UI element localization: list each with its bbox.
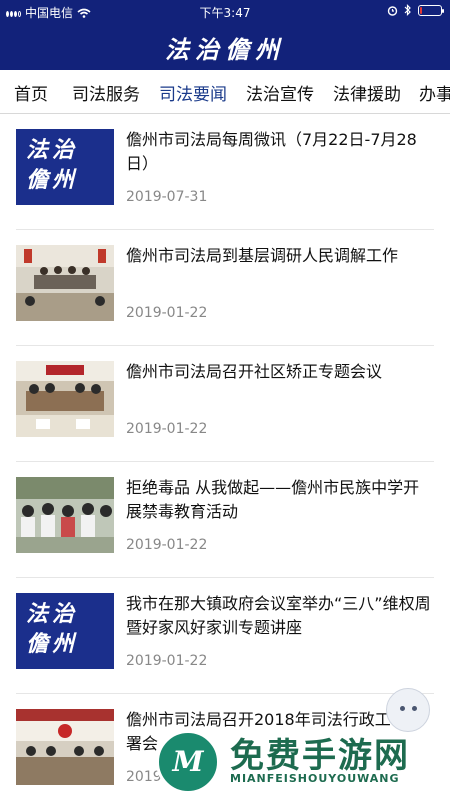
news-item[interactable]: 法治 儋州 儋州市司法局每周微讯（7月22日-7月28日） 2019-07-31: [16, 114, 434, 230]
watermark: M 免费手游网 MIANFEISHOUYOUWANG: [150, 722, 450, 800]
news-date: 2019-01-22: [126, 305, 208, 321]
news-thumbnail: [16, 477, 114, 553]
tab-judicial-news[interactable]: 司法要闻: [159, 80, 227, 105]
bluetooth-icon: [404, 4, 411, 16]
news-thumbnail: [16, 709, 114, 785]
thumbnail-logo: 法治 儋州: [26, 137, 79, 193]
battery-level: [420, 6, 422, 14]
battery-icon: [418, 4, 444, 16]
watermark-badge: M: [156, 730, 220, 794]
news-date: 2019-01-22: [126, 537, 208, 553]
watermark-title: 免费手游网: [230, 736, 410, 776]
news-date: 2019-07-31: [126, 189, 208, 205]
news-thumbnail: [16, 245, 114, 321]
thumbnail-logo: 法治 儋州: [26, 601, 79, 657]
news-item[interactable]: 拒绝毒品 从我做起——儋州市民族中学开展禁毒教育活动 2019-01-22: [16, 462, 434, 578]
status-time: 下午3:47: [199, 6, 251, 20]
news-title: 我市在那大镇政府会议室举办“三八”维权周暨好家风好家训专题讲座: [126, 594, 431, 637]
news-date: 2019-01-22: [126, 653, 208, 669]
app-header: 中国电信 下午3:47 法治儋州: [0, 0, 450, 70]
watermark-subtitle: MIANFEISHOUYOUWANG: [230, 772, 400, 785]
tab-home[interactable]: 首页: [14, 80, 48, 105]
alarm-icon: [387, 5, 398, 16]
news-item[interactable]: 法治 儋州 我市在那大镇政府会议室举办“三八”维权周暨好家风好家训专题讲座 201…: [16, 578, 434, 694]
news-item[interactable]: 儋州市司法局到基层调研人民调解工作 2019-01-22: [16, 230, 434, 346]
category-nav: 首页 司法服务 司法要闻 法治宣传 法律援助 办事: [0, 70, 450, 114]
status-bar: 中国电信 下午3:47: [0, 0, 450, 22]
conference-photo: [16, 361, 114, 437]
news-title: 拒绝毒品 从我做起——儋州市民族中学开展禁毒教育活动: [126, 478, 420, 521]
news-item[interactable]: 儋州市司法局召开社区矫正专题会议 2019-01-22: [16, 346, 434, 462]
status-right: [387, 4, 444, 16]
students-photo: [16, 477, 114, 553]
bot-eye: [400, 706, 405, 711]
news-title: 儋州市司法局到基层调研人民调解工作: [126, 246, 399, 265]
app-logo: 法治儋州: [165, 35, 285, 64]
tab-legal-aid[interactable]: 法律援助: [333, 80, 401, 105]
news-thumbnail: [16, 361, 114, 437]
tab-affairs[interactable]: 办事: [419, 80, 450, 105]
tab-judicial-services[interactable]: 司法服务: [72, 80, 140, 105]
news-thumbnail: 法治 儋州: [16, 129, 114, 205]
news-title: 儋州市司法局每周微讯（7月22日-7月28日）: [126, 130, 417, 173]
bot-eye: [412, 706, 417, 711]
news-thumbnail: 法治 儋州: [16, 593, 114, 669]
work-meeting-photo: [16, 709, 114, 785]
tab-legal-promotion[interactable]: 法治宣传: [246, 80, 314, 105]
watermark-badge-letter: M: [172, 745, 204, 778]
news-date: 2019-01-22: [126, 421, 208, 437]
news-title: 儋州市司法局召开社区矫正专题会议: [126, 362, 383, 381]
meeting-photo: [16, 245, 114, 321]
